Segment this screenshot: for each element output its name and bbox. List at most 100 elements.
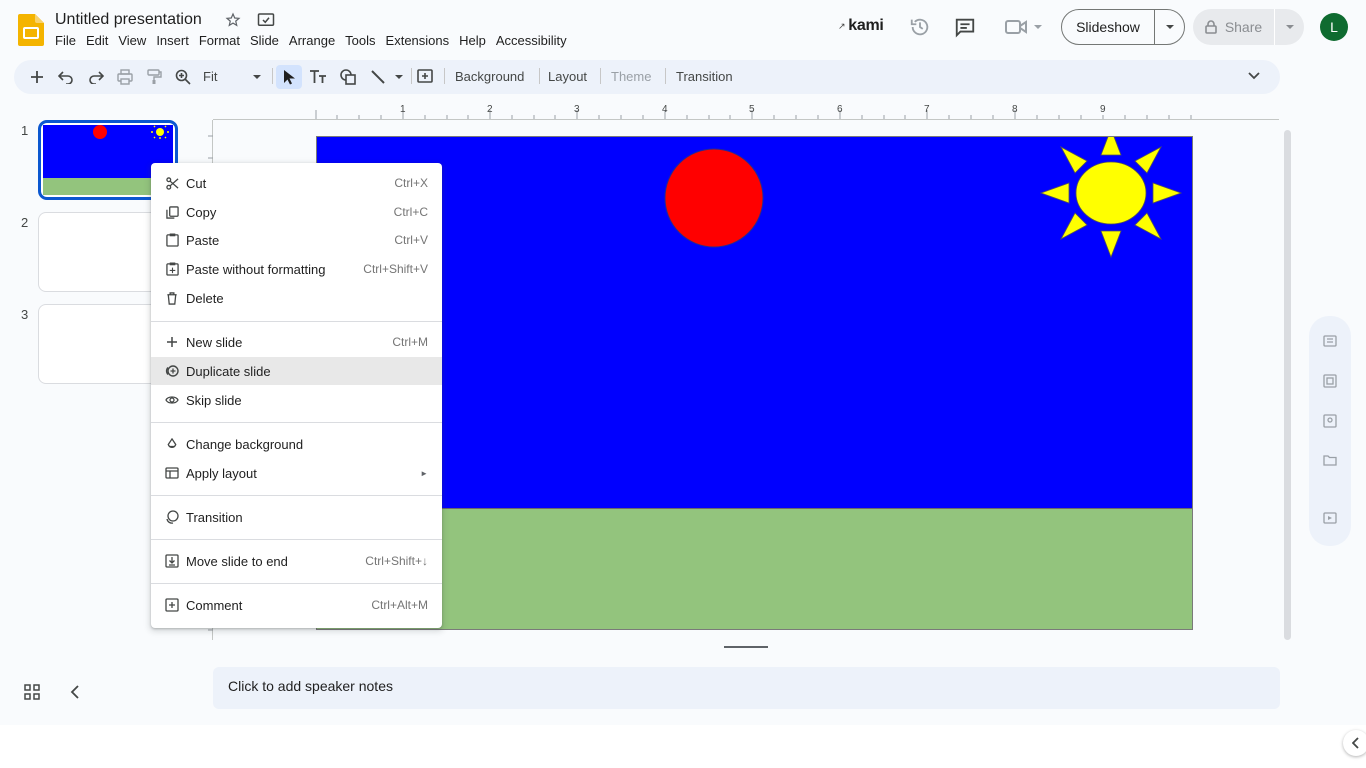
speaker-notes-field[interactable]: Click to add speaker notes <box>213 667 1280 709</box>
menu-item-shortcut: Ctrl+C <box>393 205 428 219</box>
transition-icon <box>165 510 179 524</box>
collapse-toolbar-chevron-icon[interactable] <box>1248 72 1260 80</box>
menu-item-move-slide-to-end[interactable]: Move slide to end Ctrl+Shift+↓ <box>151 547 442 575</box>
layout-button[interactable]: Layout <box>548 69 587 84</box>
slides-logo-icon[interactable] <box>18 14 44 46</box>
meet-video-icon[interactable] <box>1002 14 1046 40</box>
ruler-number: 8 <box>1012 104 1018 115</box>
menu-view[interactable]: View <box>113 32 151 50</box>
menu-item-apply-layout[interactable]: Apply layout ► <box>151 459 442 487</box>
share-button[interactable]: Share <box>1193 9 1275 45</box>
green-ground-shape[interactable] <box>317 508 1192 629</box>
menu-help[interactable]: Help <box>454 32 491 50</box>
menu-extensions[interactable]: Extensions <box>381 32 455 50</box>
slide-number-3: 3 <box>21 307 29 322</box>
duplicate-icon <box>165 364 179 378</box>
slide-number-1: 1 <box>21 123 29 138</box>
line-icon[interactable] <box>368 67 388 87</box>
menu-arrange[interactable]: Arrange <box>284 32 340 50</box>
zoom-select[interactable]: Fit <box>203 69 217 84</box>
toolbar-divider <box>665 68 666 84</box>
zoom-icon[interactable] <box>173 67 193 87</box>
ruler-number: 1 <box>400 104 406 115</box>
toolbar-divider <box>272 68 273 84</box>
print-icon[interactable] <box>115 67 135 87</box>
menu-item-cut[interactable]: Cut Ctrl+X <box>151 169 442 197</box>
menu-insert[interactable]: Insert <box>151 32 194 50</box>
menu-item-transition[interactable]: Transition <box>151 503 442 531</box>
comment-add-icon <box>165 598 179 612</box>
slideshow-dropdown-button[interactable] <box>1155 24 1184 30</box>
menu-divider <box>151 539 442 540</box>
kami-extension-button[interactable]: ↗ kami <box>838 17 884 35</box>
menu-item-label: Apply layout <box>186 465 257 481</box>
zoom-caret-down-icon[interactable] <box>252 74 262 80</box>
menu-item-change-background[interactable]: Change background <box>151 430 442 458</box>
contacts-icon[interactable] <box>1320 411 1340 431</box>
menu-item-duplicate-slide[interactable]: Duplicate slide <box>151 357 442 385</box>
red-circle-shape <box>664 148 764 248</box>
slide-number-2: 2 <box>21 215 29 230</box>
menu-accessibility[interactable]: Accessibility <box>491 32 572 50</box>
text-box-icon[interactable] <box>308 67 328 87</box>
horizontal-ruler[interactable]: 1 2 3 4 5 6 7 8 9 <box>213 102 1279 120</box>
slideshow-button[interactable]: Slideshow <box>1062 10 1155 44</box>
avatar[interactable]: L <box>1320 13 1348 41</box>
ruler-number: 9 <box>1100 104 1106 115</box>
background-button[interactable]: Background <box>455 69 524 84</box>
menu-item-label: New slide <box>186 334 243 350</box>
collapse-side-panel-chevron-icon[interactable] <box>1343 730 1366 756</box>
menu-item-new-slide[interactable]: New slide Ctrl+M <box>151 328 442 356</box>
menu-item-paste[interactable]: Paste Ctrl+V <box>151 226 442 254</box>
folder-icon[interactable] <box>1320 450 1340 470</box>
grid-view-icon[interactable] <box>24 684 40 700</box>
transition-button[interactable]: Transition <box>676 69 733 84</box>
shape-icon[interactable] <box>338 67 358 87</box>
kami-label: kami <box>848 17 884 34</box>
collapse-filmstrip-chevron-icon[interactable] <box>70 685 80 699</box>
ruler-number: 2 <box>487 104 493 115</box>
menu-item-comment[interactable]: Comment Ctrl+Alt+M <box>151 591 442 619</box>
line-caret-down-icon[interactable] <box>394 74 404 80</box>
paint-format-icon[interactable] <box>144 67 164 87</box>
drop-icon <box>165 437 179 451</box>
vertical-scrollbar[interactable] <box>1284 130 1291 640</box>
new-slide-plus-icon[interactable] <box>27 67 47 87</box>
redo-icon[interactable] <box>86 67 106 87</box>
menu-edit[interactable]: Edit <box>81 32 113 50</box>
current-slide[interactable] <box>316 136 1193 630</box>
comments-icon[interactable] <box>952 14 978 40</box>
menu-item-shortcut: Ctrl+M <box>392 335 428 349</box>
slide-context-menu: Cut Ctrl+X Copy Ctrl+C Paste Ctrl+V Past… <box>151 163 442 628</box>
menu-item-shortcut: Ctrl+Shift+↓ <box>365 554 428 568</box>
menu-tools[interactable]: Tools <box>340 32 380 50</box>
menu-item-shortcut: Ctrl+X <box>394 176 428 190</box>
menu-file[interactable]: File <box>50 32 81 50</box>
share-dropdown-button[interactable] <box>1275 24 1304 30</box>
version-history-icon[interactable] <box>907 14 933 40</box>
menu-item-label: Skip slide <box>186 392 242 408</box>
saved-to-drive-icon[interactable] <box>257 12 275 30</box>
menu-item-shortcut: Ctrl+Shift+V <box>363 262 428 276</box>
bottom-bar <box>0 725 1366 768</box>
select-cursor-icon[interactable] <box>279 67 299 87</box>
toolbar-divider <box>444 68 445 84</box>
notes-resize-handle[interactable] <box>724 646 768 648</box>
menu-item-delete[interactable]: Delete <box>151 284 442 312</box>
undo-icon[interactable] <box>56 67 76 87</box>
add-comment-icon[interactable] <box>415 67 435 87</box>
external-link-icon: ↗ <box>838 20 846 31</box>
menu-item-paste-without-formatting[interactable]: Paste without formatting Ctrl+Shift+V <box>151 255 442 283</box>
menu-item-skip-slide[interactable]: Skip slide <box>151 386 442 414</box>
document-title[interactable]: Untitled presentation <box>55 11 202 29</box>
menu-format[interactable]: Format <box>194 32 245 50</box>
photos-icon[interactable] <box>1320 371 1340 391</box>
theme-button[interactable]: Theme <box>611 69 651 84</box>
menu-item-label: Change background <box>186 436 304 452</box>
keep-notes-icon[interactable] <box>1320 331 1340 351</box>
get-addons-icon[interactable] <box>1320 508 1340 528</box>
menu-slide[interactable]: Slide <box>245 32 284 50</box>
menu-item-copy[interactable]: Copy Ctrl+C <box>151 198 442 226</box>
menu-item-shortcut: Ctrl+Alt+M <box>371 598 428 612</box>
star-icon[interactable] <box>225 12 243 30</box>
